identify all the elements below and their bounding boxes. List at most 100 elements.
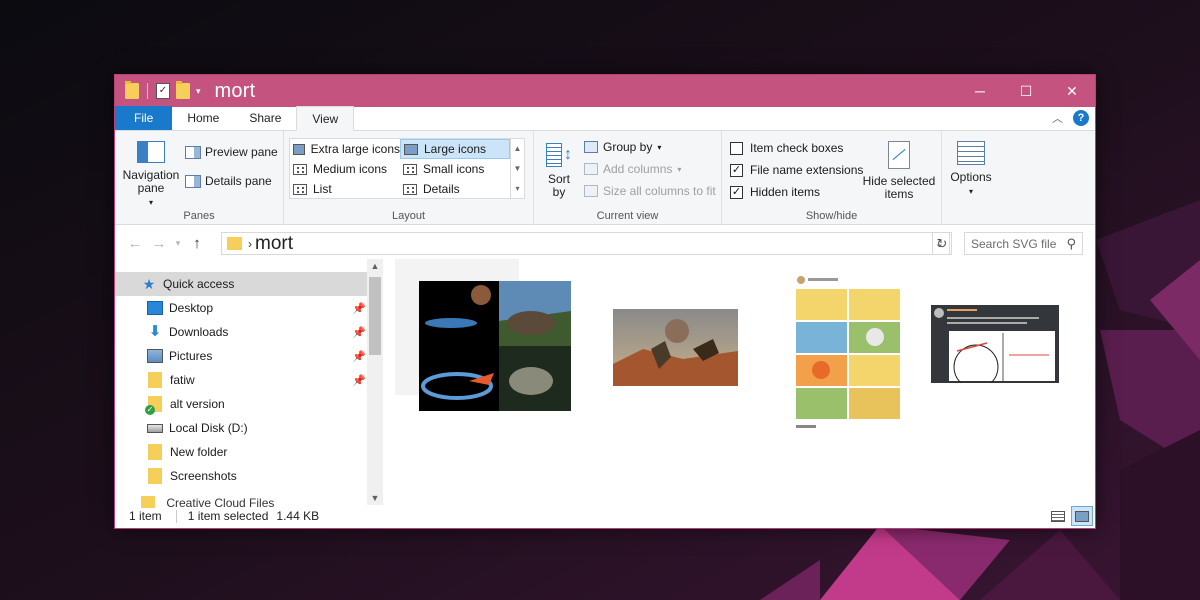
main-area: ★ Quick access Desktop 📌 ⬇ Downloads 📌 P… xyxy=(115,259,1095,508)
hide-selected-items-button[interactable]: Hide selected items xyxy=(862,141,936,201)
sort-by-button[interactable]: ↕ Sort by xyxy=(542,141,576,199)
layout-large-icons[interactable]: Large icons xyxy=(400,139,510,159)
pin-icon[interactable]: 📌 xyxy=(352,302,366,315)
extra-large-icons-icon xyxy=(293,143,305,155)
tab-home[interactable]: Home xyxy=(172,106,234,130)
synced-folder-icon xyxy=(145,396,162,415)
layout-gallery-scroll[interactable]: ▲ ▼ ▾ xyxy=(510,139,524,198)
nav-quick-access[interactable]: ★ Quick access xyxy=(115,272,383,296)
nav-item-fatiw[interactable]: fatiw 📌 xyxy=(115,368,383,392)
chevron-down-icon: ▾ xyxy=(657,142,662,152)
navigation-pane: ★ Quick access Desktop 📌 ⬇ Downloads 📌 P… xyxy=(115,259,383,508)
tab-share[interactable]: Share xyxy=(234,106,296,130)
preview-pane-button[interactable]: Preview pane xyxy=(185,145,278,159)
large-icons-view-button[interactable] xyxy=(1071,506,1093,526)
chevron-down-icon: ▾ xyxy=(677,164,682,174)
back-arrow-icon[interactable]: ← xyxy=(123,235,147,252)
customize-toolbar-icon[interactable]: ▾ xyxy=(196,86,201,97)
file-name-extensions-toggle[interactable]: ✓ File name extensions xyxy=(730,163,863,177)
tab-view[interactable]: View xyxy=(296,106,355,131)
folder-icon xyxy=(148,444,162,460)
drive-icon xyxy=(147,423,163,433)
group-layout: Extra large icons Large icons Medium ico… xyxy=(284,131,534,225)
search-input[interactable]: Search SVG file ⚲ xyxy=(964,232,1083,255)
details-view-button[interactable] xyxy=(1047,506,1069,526)
item-count: 1 item xyxy=(129,509,162,523)
group-panes: Navigation pane ▾ Preview pane Details p… xyxy=(115,131,284,225)
nav-item-pictures[interactable]: Pictures 📌 xyxy=(115,344,383,368)
layout-small-icons[interactable]: Small icons xyxy=(400,159,510,179)
star-icon: ★ xyxy=(142,276,156,292)
properties-icon[interactable]: ✓ xyxy=(156,83,170,99)
details-pane-icon xyxy=(185,174,201,188)
nav-item-alt-version[interactable]: alt version xyxy=(115,392,383,416)
layout-gallery: Extra large icons Large icons Medium ico… xyxy=(289,138,525,199)
address-bar[interactable]: › mort ⌄ xyxy=(221,232,950,255)
download-icon: ⬇ xyxy=(148,323,162,340)
size-all-columns-button[interactable]: Size all columns to fit xyxy=(584,184,716,198)
more-icon[interactable]: ▾ xyxy=(511,179,524,199)
hidden-items-toggle[interactable]: ✓ Hidden items xyxy=(730,185,820,199)
tab-file[interactable]: File xyxy=(115,106,173,130)
group-options: Options ▾ xyxy=(942,131,1000,225)
minimize-button[interactable]: ─ xyxy=(957,75,1003,107)
desktop-icon xyxy=(147,301,163,315)
recent-locations-icon[interactable]: ▾ xyxy=(171,238,185,249)
pin-icon[interactable]: 📌 xyxy=(352,350,366,363)
close-button[interactable]: ✕ xyxy=(1049,75,1095,107)
scroll-up-icon[interactable]: ▲ xyxy=(367,261,383,271)
nav-item-desktop[interactable]: Desktop 📌 xyxy=(115,296,383,320)
layout-details[interactable]: Details xyxy=(400,179,510,199)
collapse-ribbon-icon[interactable]: ︿ xyxy=(1052,110,1063,126)
large-icons-icon xyxy=(404,143,418,155)
ribbon-tabs: File Home Share View ︿ ? xyxy=(115,106,1095,131)
breadcrumb[interactable]: mort xyxy=(255,233,293,255)
window-title: mort xyxy=(214,79,256,102)
scroll-thumb[interactable] xyxy=(369,277,381,355)
options-button[interactable]: Options ▾ xyxy=(946,141,996,198)
details-view-icon xyxy=(1051,510,1065,522)
file-thumbnail-4[interactable] xyxy=(931,305,1059,383)
file-thumbnail-3[interactable] xyxy=(793,275,903,433)
nav-item-new-folder[interactable]: New folder xyxy=(115,440,383,464)
scroll-down-icon[interactable]: ▼ xyxy=(367,493,383,503)
nav-item-local-disk[interactable]: Local Disk (D:) xyxy=(115,416,383,440)
folder-icon xyxy=(125,81,139,99)
scroll-down-icon[interactable]: ▼ xyxy=(511,159,524,179)
group-label-current-view: Current view xyxy=(596,210,659,222)
checkbox-checked-icon: ✓ xyxy=(730,163,743,177)
details-pane-button[interactable]: Details pane xyxy=(185,174,272,188)
address-row: ← → ▾ ↑ › mort ⌄ ↻ Search SVG file ⚲ xyxy=(115,225,1095,261)
nav-item-screenshots[interactable]: Screenshots xyxy=(115,464,383,488)
layout-medium-icons[interactable]: Medium icons xyxy=(290,159,400,179)
scroll-up-icon[interactable]: ▲ xyxy=(511,139,524,159)
quick-access-toolbar: ✓ ▾ xyxy=(115,81,201,99)
breadcrumb-chevron-icon[interactable]: › xyxy=(248,237,252,251)
layout-extra-large-icons[interactable]: Extra large icons xyxy=(290,139,400,159)
file-thumbnail-2[interactable] xyxy=(613,309,738,386)
maximize-button[interactable]: ☐ xyxy=(1003,75,1049,107)
group-label-panes: Panes xyxy=(183,210,215,222)
nav-item-downloads[interactable]: ⬇ Downloads 📌 xyxy=(115,320,383,344)
file-thumbnail-1[interactable] xyxy=(419,281,571,411)
group-label-layout: Layout xyxy=(391,210,426,222)
selection-status: 1 item selected xyxy=(187,509,269,523)
up-arrow-icon[interactable]: ↑ xyxy=(185,235,209,252)
add-columns-button[interactable]: Add columns ▾ xyxy=(584,162,681,176)
chevron-down-icon: ▾ xyxy=(968,187,973,196)
pictures-icon xyxy=(147,349,163,363)
navigation-pane-button[interactable]: Navigation pane ▾ xyxy=(121,141,181,209)
nav-scrollbar[interactable]: ▲ ▼ xyxy=(367,259,383,505)
help-icon[interactable]: ? xyxy=(1073,110,1089,126)
checkbox-empty-icon xyxy=(730,141,743,155)
layout-list[interactable]: List xyxy=(290,179,400,199)
group-by-button[interactable]: Group by ▾ xyxy=(584,140,661,154)
pin-icon[interactable]: 📌 xyxy=(352,374,366,387)
pin-icon[interactable]: 📌 xyxy=(352,326,366,339)
new-folder-icon[interactable] xyxy=(176,81,190,99)
add-columns-icon xyxy=(584,163,598,175)
refresh-icon[interactable]: ↻ xyxy=(932,232,952,255)
forward-arrow-icon[interactable]: → xyxy=(147,235,171,252)
item-check-boxes-toggle[interactable]: Item check boxes xyxy=(730,141,843,155)
file-list xyxy=(383,259,1095,504)
